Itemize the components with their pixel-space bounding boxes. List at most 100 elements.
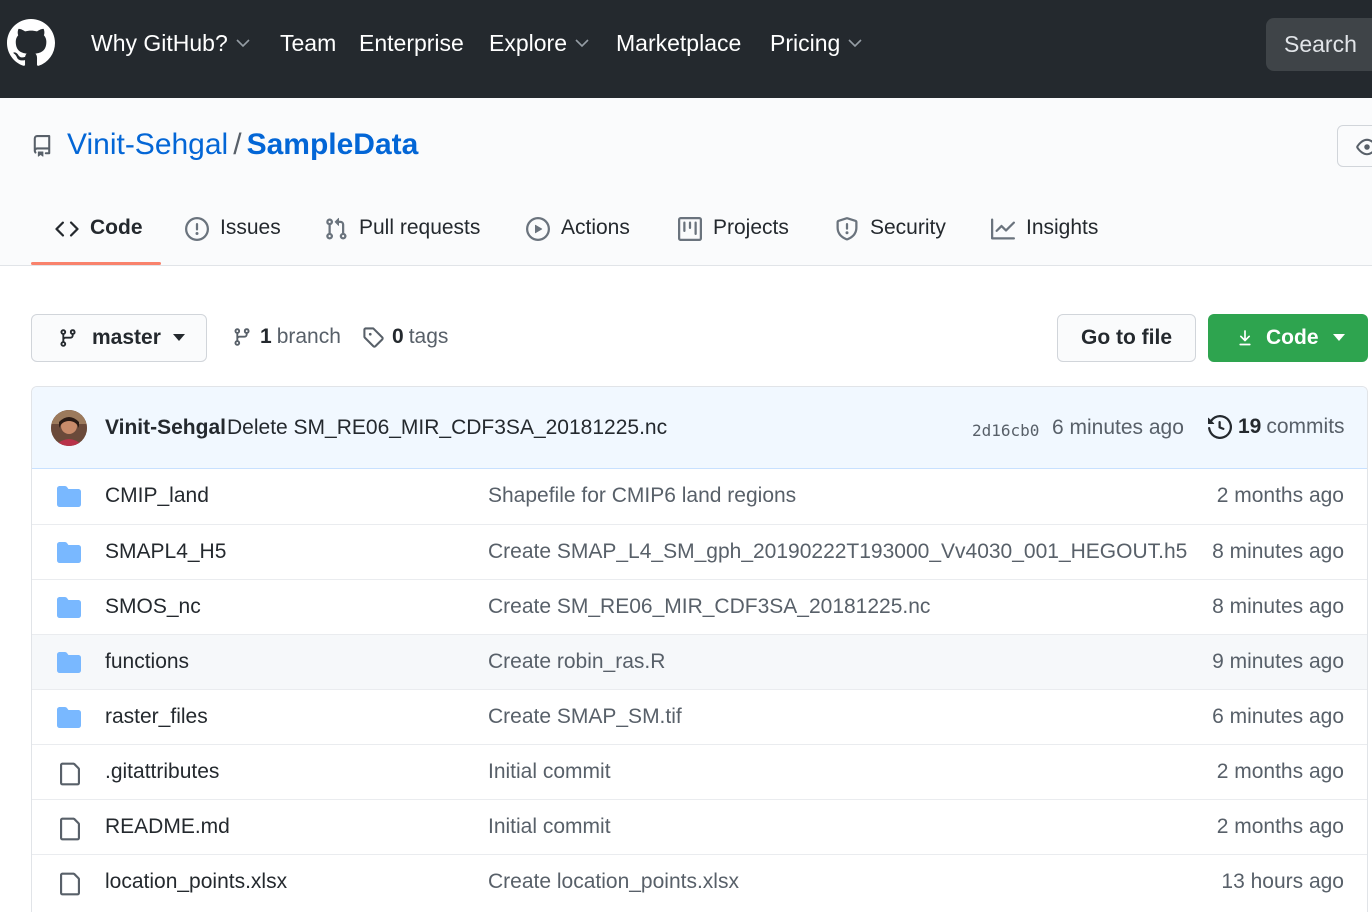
file-icon [60, 872, 80, 896]
nav-item-pricing[interactable]: Pricing [770, 30, 862, 57]
selected-tab-underline [31, 262, 161, 265]
file-age: 9 minutes ago [1212, 650, 1344, 673]
file-name-link[interactable]: CMIP_land [105, 484, 209, 508]
issue-icon [185, 217, 209, 241]
file-row[interactable]: CMIP_land Shapefile for CMIP6 land region… [32, 469, 1367, 524]
folder-icon [57, 486, 81, 507]
chevron-down-icon [848, 39, 862, 48]
nav-item-explore[interactable]: Explore [489, 30, 589, 57]
tab-issues[interactable]: Issues [185, 205, 281, 265]
nav-item-label: Why GitHub? [91, 30, 228, 56]
search-input[interactable]: Search [1266, 18, 1372, 71]
caret-down-icon [172, 334, 185, 341]
folder-icon [57, 652, 81, 673]
github-octocat-icon[interactable] [7, 19, 55, 67]
nav-item-enterprise[interactable]: Enterprise [359, 30, 464, 57]
file-row[interactable]: SMAPL4_H5 Create SMAP_L4_SM_gph_20190222T… [32, 524, 1367, 579]
latest-commit-bar: Vinit-Sehgal Delete SM_RE06_MIR_CDF3SA_2… [32, 387, 1367, 469]
file-icon-wrap [60, 817, 80, 846]
code-icon [55, 221, 79, 237]
file-name-link[interactable]: README.md [105, 815, 230, 839]
chevron-down-icon [575, 39, 589, 48]
caret-down-icon [1332, 334, 1345, 341]
tab-label: Code [90, 216, 143, 239]
graph-icon [991, 218, 1015, 240]
tab-label: Insights [1026, 216, 1099, 239]
file-age: 2 months ago [1216, 484, 1344, 507]
file-name-link[interactable]: location_points.xlsx [105, 870, 287, 894]
tab-label: Security [870, 216, 946, 239]
file-age: 8 minutes ago [1212, 595, 1344, 618]
tags-link[interactable]: 0 tags [362, 325, 448, 349]
file-name-link[interactable]: SMAPL4_H5 [105, 540, 226, 564]
repo-title: Vinit-Sehgal / SampleData [67, 128, 418, 162]
tab-label: Actions [561, 216, 630, 239]
file-name-link[interactable]: SMOS_nc [105, 595, 201, 619]
nav-item-label: Pricing [770, 30, 841, 56]
file-row[interactable]: README.md Initial commit 2 months ago [32, 799, 1367, 854]
branches-label: branch [276, 325, 341, 348]
file-commit-message-link[interactable]: Shapefile for CMIP6 land regions [488, 484, 796, 508]
branches-link[interactable]: 1 branch [232, 325, 341, 349]
eye-icon [1356, 138, 1372, 156]
go-to-file-button[interactable]: Go to file [1057, 314, 1196, 362]
nav-item-team[interactable]: Team [280, 30, 336, 57]
tab-security[interactable]: Security [835, 205, 946, 265]
file-list: CMIP_land Shapefile for CMIP6 land region… [32, 469, 1367, 909]
tags-label: tags [408, 325, 449, 348]
file-browser: Vinit-Sehgal Delete SM_RE06_MIR_CDF3SA_2… [31, 386, 1368, 912]
history-icon [1208, 415, 1232, 439]
folder-icon [57, 597, 81, 618]
code-button-label: Code [1266, 326, 1319, 349]
code-download-button[interactable]: Code [1208, 314, 1368, 362]
file-icon-wrap [60, 872, 80, 901]
file-commit-message-link[interactable]: Create robin_ras.R [488, 650, 665, 674]
author-avatar[interactable] [51, 410, 87, 446]
tab-pull-requests[interactable]: Pull requests [324, 205, 480, 265]
file-name-link[interactable]: .gitattributes [105, 760, 219, 784]
tab-insights[interactable]: Insights [991, 205, 1098, 265]
file-row[interactable]: .gitattributes Initial commit 2 months ago [32, 744, 1367, 799]
file-commit-message-link[interactable]: Initial commit [488, 760, 611, 784]
tag-icon [363, 327, 384, 348]
pull-request-icon [326, 217, 347, 240]
commit-time: 6 minutes ago [1052, 416, 1184, 439]
file-commit-message-link[interactable]: Create location_points.xlsx [488, 870, 739, 894]
repo-owner-link[interactable]: Vinit-Sehgal [67, 128, 228, 161]
file-row[interactable]: raster_files Create SMAP_SM.tif 6 minutes … [32, 689, 1367, 744]
branch-select-button[interactable]: master [31, 314, 207, 362]
folder-icon-wrap [57, 597, 81, 623]
file-row[interactable]: location_points.xlsx Create location_poin… [32, 854, 1367, 909]
git-branch-icon [60, 329, 76, 347]
chevron-down-icon [236, 39, 250, 48]
commits-label: commits [1266, 415, 1345, 438]
repo-name-link[interactable]: SampleData [247, 128, 419, 161]
file-commit-message-link[interactable]: Create SMAP_L4_SM_gph_20190222T193000_Vv… [488, 540, 1187, 564]
avatar-image [51, 410, 87, 446]
git-branch-icon [234, 328, 250, 346]
file-commit-message-link[interactable]: Create SMAP_SM.tif [488, 705, 682, 729]
commit-sha-link[interactable]: 2d16cb0 [972, 421, 1039, 440]
commit-message-link[interactable]: Delete SM_RE06_MIR_CDF3SA_20181225.nc [227, 416, 667, 440]
file-icon [60, 762, 80, 786]
commit-author-link[interactable]: Vinit-Sehgal [105, 416, 226, 440]
file-name-link[interactable]: raster_files [105, 705, 208, 729]
tab-actions[interactable]: Actions [526, 205, 630, 265]
nav-item-marketplace[interactable]: Marketplace [616, 30, 741, 57]
tab-code[interactable]: Code [55, 205, 143, 265]
commits-history-link[interactable]: 19 commits [1208, 415, 1345, 439]
file-icon [60, 817, 80, 841]
file-commit-message-link[interactable]: Create SM_RE06_MIR_CDF3SA_20181225.nc [488, 595, 930, 619]
nav-item-label: Marketplace [616, 30, 742, 56]
file-age: 8 minutes ago [1212, 540, 1344, 563]
watch-button[interactable] [1337, 125, 1372, 167]
file-commit-message-link[interactable]: Initial commit [488, 815, 611, 839]
file-row[interactable]: SMOS_nc Create SM_RE06_MIR_CDF3SA_2018122… [32, 579, 1367, 634]
file-name-link[interactable]: functions [105, 650, 189, 674]
nav-item-why-github[interactable]: Why GitHub? [91, 30, 250, 57]
tab-projects[interactable]: Projects [678, 205, 789, 265]
nav-item-label: Explore [489, 30, 567, 56]
file-row[interactable]: functions Create robin_ras.R 9 minutes ago [32, 634, 1367, 689]
nav-item-label: Team [280, 30, 337, 56]
file-age: 6 minutes ago [1212, 705, 1344, 728]
